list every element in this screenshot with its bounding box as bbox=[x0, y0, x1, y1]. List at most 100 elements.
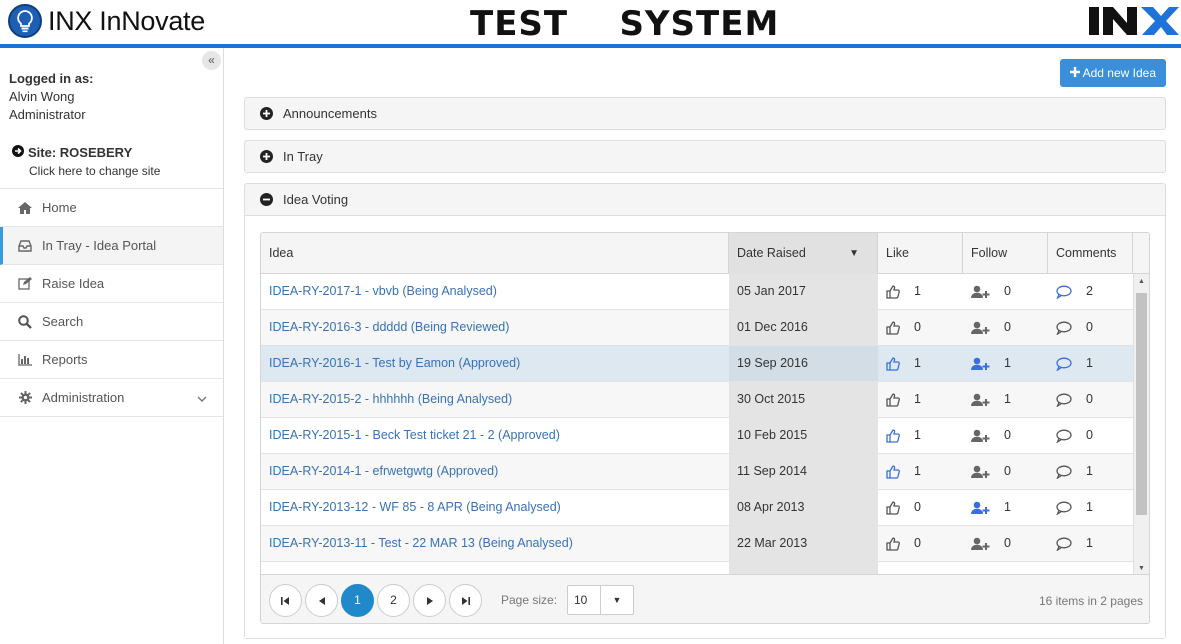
idea-link[interactable]: IDEA-RY-2013-12 - WF 85 - 8 APR (Being A… bbox=[261, 490, 729, 525]
previous-page-button[interactable] bbox=[305, 584, 338, 617]
thumbs-up-icon[interactable] bbox=[886, 537, 900, 551]
table-row[interactable]: IDEA-RY-2014-1 - efrwetgwtg (Approved) 11… bbox=[261, 454, 1133, 490]
date-raised-cell: 08 Apr 2013 bbox=[729, 490, 878, 525]
sidebar-collapse-button[interactable]: « bbox=[202, 51, 221, 70]
user-plus-icon[interactable] bbox=[971, 285, 990, 299]
bar-chart-icon bbox=[18, 353, 32, 366]
like-cell: 1 bbox=[878, 418, 963, 453]
page-size-select[interactable]: 10 ▼ bbox=[567, 585, 634, 615]
thumbs-up-icon[interactable] bbox=[886, 465, 900, 479]
grid-body: IDEA-RY-2017-1 - vbvb (Being Analysed) 05… bbox=[261, 274, 1149, 574]
idea-link[interactable]: IDEA-RY-2014-1 - efrwetgwtg (Approved) bbox=[261, 454, 729, 489]
add-new-idea-button[interactable]: Add new Idea bbox=[1059, 59, 1166, 87]
follow-cell: 1 bbox=[963, 490, 1048, 525]
comment-icon[interactable] bbox=[1056, 537, 1072, 551]
thumbs-up-icon[interactable] bbox=[886, 321, 900, 335]
column-header-idea[interactable]: Idea bbox=[261, 233, 729, 274]
comment-icon[interactable] bbox=[1056, 501, 1072, 515]
chevron-down-icon[interactable] bbox=[197, 391, 207, 406]
in-tray-panel-header[interactable]: In Tray bbox=[245, 141, 1165, 172]
sidebar-item-administration[interactable]: Administration bbox=[0, 379, 223, 417]
comment-icon[interactable] bbox=[1056, 321, 1072, 335]
date-raised-cell: 11 Sep 2014 bbox=[729, 454, 878, 489]
table-row[interactable]: IDEA-RY-2013-12 - WF 85 - 8 APR (Being A… bbox=[261, 490, 1133, 526]
idea-link[interactable]: IDEA-RY-2015-2 - hhhhhh (Being Analysed) bbox=[261, 382, 729, 417]
like-cell: 0 bbox=[878, 310, 963, 345]
user-plus-icon[interactable] bbox=[971, 501, 990, 515]
table-row[interactable]: IDEA-RY-2015-1 - Beck Test ticket 21 - 2… bbox=[261, 418, 1133, 454]
table-row[interactable]: IDEA-RY-2013-11 - Test - 22 MAR 13 (Bein… bbox=[261, 526, 1133, 562]
table-row[interactable]: IDEA-RY-2016-1 - Test by Eamon (Approved… bbox=[261, 346, 1133, 382]
user-plus-icon[interactable] bbox=[971, 393, 990, 407]
comment-icon[interactable] bbox=[1056, 465, 1072, 479]
date-raised-cell bbox=[729, 562, 878, 574]
sidebar-item-label: Home bbox=[42, 200, 77, 215]
idea-link[interactable]: IDEA-RY-2016-3 - ddddd (Being Reviewed) bbox=[261, 310, 729, 345]
logged-in-label: Logged in as: bbox=[9, 71, 94, 86]
idea-link[interactable]: IDEA-RY-2013-11 - Test - 22 MAR 13 (Bein… bbox=[261, 526, 729, 561]
sidebar-item-in-tray[interactable]: In Tray - Idea Portal bbox=[0, 227, 223, 265]
page-button-2[interactable]: 2 bbox=[377, 584, 410, 617]
thumbs-up-icon[interactable] bbox=[886, 429, 900, 443]
user-plus-icon[interactable] bbox=[971, 321, 990, 335]
sidebar-item-home[interactable]: Home bbox=[0, 189, 223, 227]
scrollbar-thumb[interactable] bbox=[1136, 293, 1147, 515]
panel-title: Idea Voting bbox=[283, 192, 349, 207]
user-plus-icon[interactable] bbox=[971, 357, 990, 371]
idea-link[interactable]: IDEA-RY-2016-1 - Test by Eamon (Approved… bbox=[261, 346, 729, 381]
next-page-button[interactable] bbox=[413, 584, 446, 617]
scroll-up-arrow-icon[interactable]: ▲ bbox=[1138, 278, 1145, 285]
first-page-button[interactable] bbox=[269, 584, 302, 617]
like-count: 1 bbox=[914, 464, 921, 478]
grid-scrollbar[interactable]: ▲ ▼ bbox=[1133, 274, 1149, 574]
table-row[interactable]: IDEA-RY-2015-2 - hhhhhh (Being Analysed)… bbox=[261, 382, 1133, 418]
site-selector[interactable]: Site: ROSEBERY Click here to change site bbox=[12, 144, 160, 180]
comment-count: 1 bbox=[1086, 500, 1093, 514]
column-header-follow[interactable]: Follow bbox=[963, 233, 1048, 274]
user-plus-icon[interactable] bbox=[971, 465, 990, 479]
idea-voting-panel-header[interactable]: Idea Voting bbox=[245, 184, 1165, 215]
follow-cell: 0 bbox=[963, 274, 1048, 309]
thumbs-up-icon[interactable] bbox=[886, 393, 900, 407]
follow-count: 0 bbox=[1004, 428, 1011, 442]
edit-icon bbox=[18, 277, 32, 290]
comments-cell: 1 bbox=[1048, 526, 1133, 561]
table-row[interactable]: IDEA-RY-2017-1 - vbvb (Being Analysed) 05… bbox=[261, 274, 1133, 310]
table-row[interactable]: IDEA-RY-2016-3 - ddddd (Being Reviewed) 0… bbox=[261, 310, 1133, 346]
user-plus-icon[interactable] bbox=[971, 537, 990, 551]
change-site-link[interactable]: Click here to change site bbox=[29, 162, 160, 180]
comment-count: 1 bbox=[1086, 536, 1093, 550]
idea-voting-panel: Idea Voting Idea Date Raised ▼ Like Foll… bbox=[244, 183, 1166, 639]
thumbs-up-icon[interactable] bbox=[886, 357, 900, 371]
idea-link[interactable]: IDEA-RY-2017-1 - vbvb (Being Analysed) bbox=[261, 274, 729, 309]
thumbs-up-icon[interactable] bbox=[886, 285, 900, 299]
search-icon bbox=[18, 314, 32, 329]
grid-pager: 1 2 Page size: 10 ▼ 16 items in 2 pages bbox=[261, 574, 1149, 623]
idea-voting-panel-body: Idea Date Raised ▼ Like Follow Comments … bbox=[245, 215, 1165, 638]
follow-cell: 0 bbox=[963, 418, 1048, 453]
sidebar-item-reports[interactable]: Reports bbox=[0, 341, 223, 379]
user-plus-icon[interactable] bbox=[971, 429, 990, 443]
scroll-down-arrow-icon[interactable]: ▼ bbox=[1138, 565, 1145, 572]
sidebar-item-label: Reports bbox=[42, 352, 88, 367]
column-header-date-raised[interactable]: Date Raised ▼ bbox=[729, 233, 878, 274]
last-page-button[interactable] bbox=[449, 584, 482, 617]
thumbs-up-icon[interactable] bbox=[886, 501, 900, 515]
column-header-like[interactable]: Like bbox=[878, 233, 963, 274]
comment-icon[interactable] bbox=[1056, 357, 1072, 371]
table-row-partial bbox=[261, 562, 1133, 574]
plus-icon bbox=[1069, 59, 1080, 87]
comment-icon[interactable] bbox=[1056, 393, 1072, 407]
column-header-comments[interactable]: Comments bbox=[1048, 233, 1133, 274]
sidebar-item-search[interactable]: Search bbox=[0, 303, 223, 341]
page-button-1[interactable]: 1 bbox=[341, 584, 374, 617]
dropdown-arrow-icon[interactable]: ▼ bbox=[600, 586, 633, 614]
grid-header: Idea Date Raised ▼ Like Follow Comments bbox=[261, 233, 1149, 274]
app-logo[interactable]: INX InNovate bbox=[8, 4, 205, 38]
sidebar-item-raise-idea[interactable]: Raise Idea bbox=[0, 265, 223, 303]
comment-icon[interactable] bbox=[1056, 285, 1072, 299]
inx-brand-logo bbox=[1087, 4, 1179, 43]
comment-icon[interactable] bbox=[1056, 429, 1072, 443]
idea-link[interactable]: IDEA-RY-2015-1 - Beck Test ticket 21 - 2… bbox=[261, 418, 729, 453]
announcements-panel-header[interactable]: Announcements bbox=[245, 98, 1165, 129]
